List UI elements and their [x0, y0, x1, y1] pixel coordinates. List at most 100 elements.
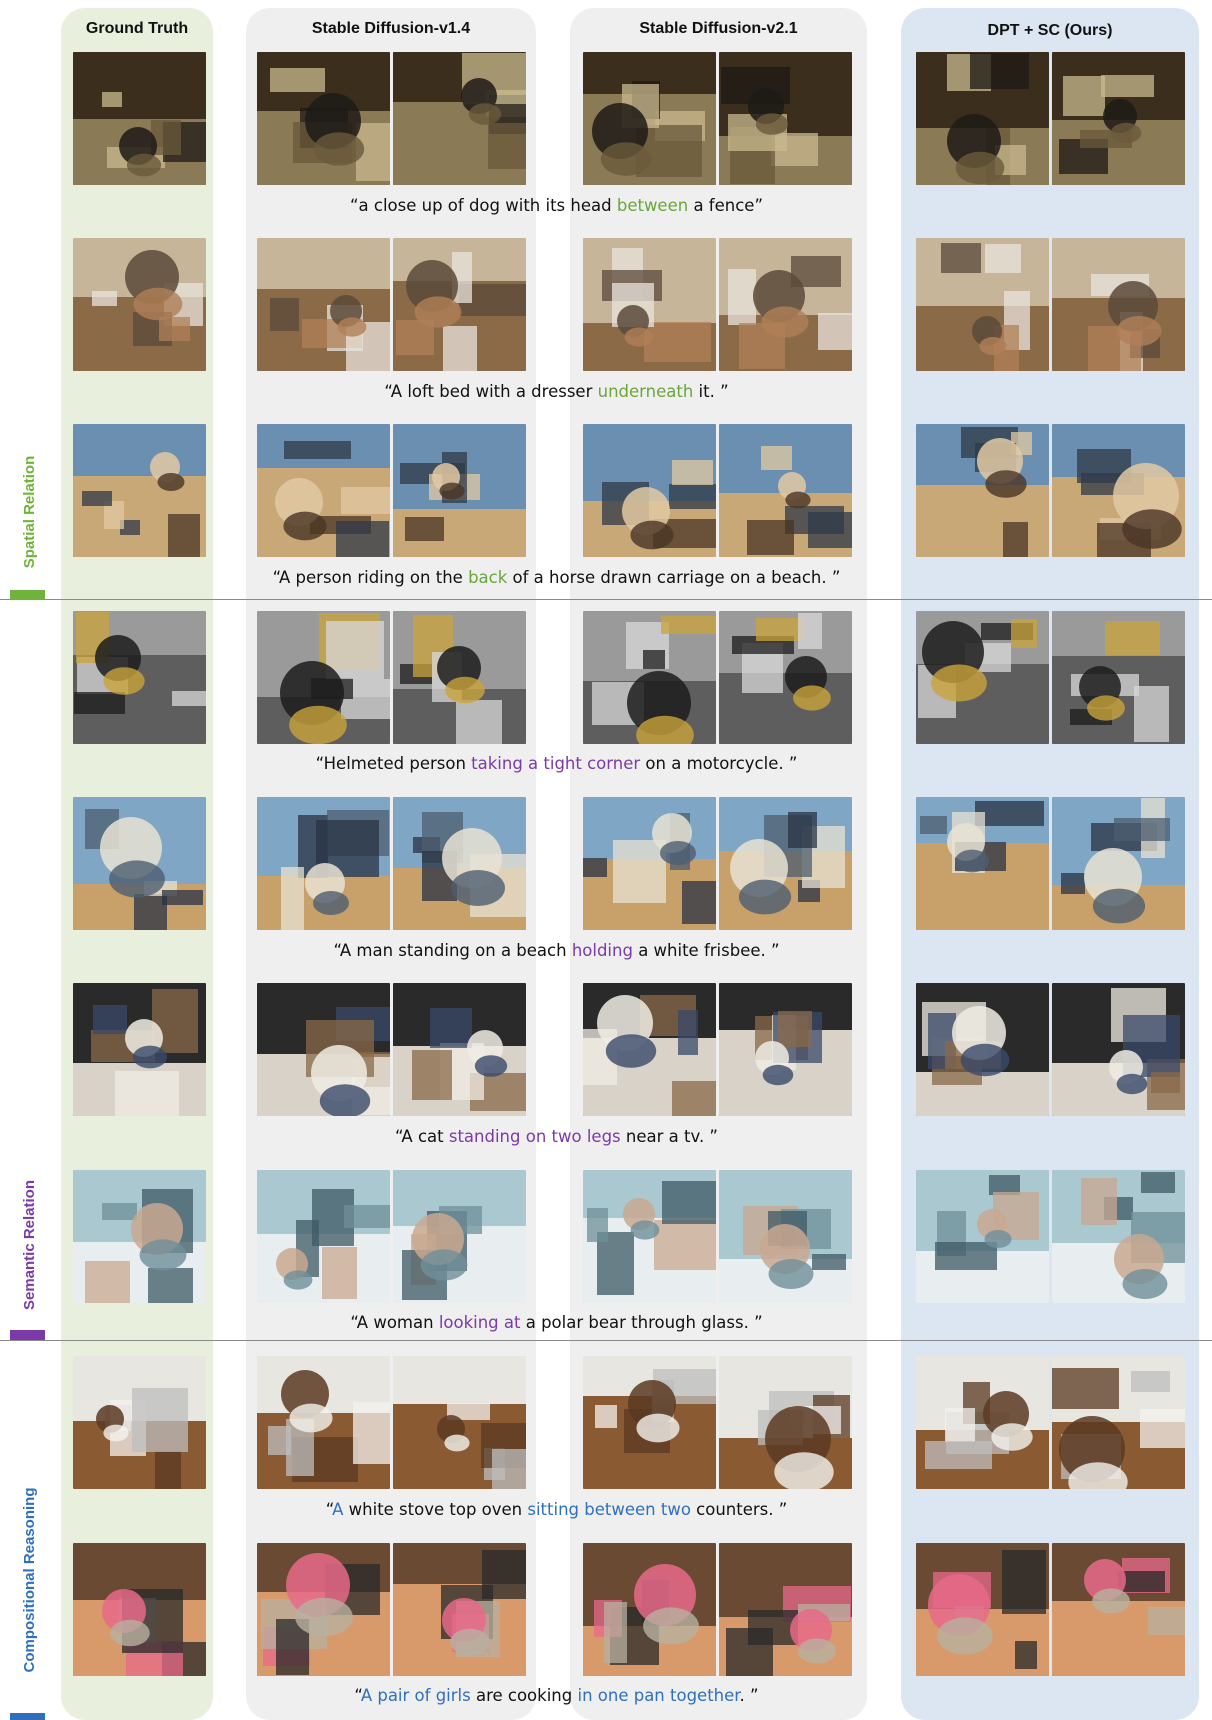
sd21-image-2: [719, 52, 852, 185]
caption-highlight: standing on two legs: [448, 1127, 621, 1146]
caption-text: near a tv. ”: [620, 1127, 718, 1146]
sd14-image-1: [257, 1170, 390, 1303]
ground-truth-image: [73, 424, 206, 557]
prompt-caption: “a close up of dog with its head between…: [246, 196, 867, 215]
ground-truth-image: [73, 238, 206, 371]
ground-truth-image: [73, 611, 206, 744]
section-divider: [0, 599, 1212, 600]
caption-text: “A person riding on the: [272, 568, 469, 587]
sd21-image-1: [583, 983, 716, 1116]
ours-image-1: [916, 797, 1049, 930]
caption-highlight: taking a tight corner: [471, 754, 641, 773]
ours-image-1: [916, 238, 1049, 371]
prompt-caption: “A cat standing on two legs near a tv. ”: [246, 1127, 867, 1146]
sd14-image-1: [257, 52, 390, 185]
section-divider: [0, 1340, 1212, 1341]
caption-text: a white frisbee. ”: [632, 941, 780, 960]
category-label-compositional: Compositional Reasoning: [21, 1487, 38, 1673]
ground-truth-image: [73, 1356, 206, 1489]
ground-truth-header: Ground Truth: [85, 20, 189, 37]
caption-text: “a close up of dog with its head: [349, 196, 617, 215]
ours-image-2: [1052, 238, 1185, 371]
ours-image-1: [916, 52, 1049, 185]
prompt-caption: “Helmeted person taking a tight corner o…: [246, 754, 867, 773]
caption-highlight: back: [468, 568, 508, 587]
sd14-image-1: [257, 797, 390, 930]
ours-image-2: [1052, 1170, 1185, 1303]
ours-image-1: [916, 1356, 1049, 1489]
sd21-image-1: [583, 611, 716, 744]
sd21-image-1: [583, 52, 716, 185]
caption-highlight: underneath: [597, 382, 694, 401]
category-bar-spatial: [10, 590, 45, 600]
sd14-header: Stable Diffusion-v1.4: [311, 20, 471, 37]
prompt-caption: “A man standing on a beach holding a whi…: [246, 941, 867, 960]
caption-text: white stove top oven: [343, 1500, 528, 1519]
sd14-image-2: [393, 983, 526, 1116]
caption-text: “A woman: [350, 1313, 439, 1332]
sd21-image-2: [719, 424, 852, 557]
ours-image-2: [1052, 1543, 1185, 1676]
caption-text: “Helmeted person: [315, 754, 472, 773]
sd21-image-2: [719, 1356, 852, 1489]
prompt-caption: “A woman looking at a polar bear through…: [246, 1313, 867, 1332]
ours-image-2: [1052, 52, 1185, 185]
sd21-image-2: [719, 1170, 852, 1303]
sd14-image-2: [393, 1543, 526, 1676]
category-label-semantic: Semantic Relation: [21, 1179, 38, 1311]
ours-image-2: [1052, 611, 1185, 744]
sd21-image-1: [583, 424, 716, 557]
sd21-image-1: [583, 797, 716, 930]
caption-text: are cooking: [470, 1686, 578, 1705]
sd14-image-1: [257, 611, 390, 744]
sd14-image-2: [393, 52, 526, 185]
caption-highlight: in one pan together: [577, 1686, 740, 1705]
caption-highlight: sitting between two: [527, 1500, 691, 1519]
sd14-image-2: [393, 238, 526, 371]
ground-truth-image: [73, 983, 206, 1116]
sd21-image-2: [719, 983, 852, 1116]
sd21-image-2: [719, 238, 852, 371]
sd21-image-1: [583, 1543, 716, 1676]
caption-text: “A cat: [395, 1127, 449, 1146]
caption-highlight: A pair of girls: [360, 1686, 471, 1705]
ours-image-2: [1052, 424, 1185, 557]
sd14-image-2: [393, 424, 526, 557]
sd14-image-2: [393, 611, 526, 744]
caption-text: of a horse drawn carriage on a beach. ”: [507, 568, 841, 587]
sd21-image-2: [719, 797, 852, 930]
sd21-image-2: [719, 1543, 852, 1676]
caption-text: counters. ”: [690, 1500, 788, 1519]
category-bar-semantic: [10, 1330, 45, 1340]
caption-text: on a motorcycle. ”: [640, 754, 798, 773]
ours-header: DPT + SC (Ours): [987, 22, 1113, 39]
prompt-caption: “A loft bed with a dresser underneath it…: [246, 382, 867, 401]
sd14-image-1: [257, 1356, 390, 1489]
caption-text: a polar bear through glass. ”: [520, 1313, 763, 1332]
ours-image-1: [916, 424, 1049, 557]
caption-text: it. ”: [693, 382, 729, 401]
prompt-caption: “A pair of girls are cooking in one pan …: [246, 1686, 867, 1705]
sd14-image-1: [257, 424, 390, 557]
sd21-header: Stable Diffusion-v2.1: [639, 20, 798, 37]
sd14-image-1: [257, 238, 390, 371]
sd14-image-1: [257, 983, 390, 1116]
ours-image-1: [916, 1170, 1049, 1303]
caption-highlight: A: [332, 1500, 344, 1519]
sd21-image-1: [583, 1356, 716, 1489]
caption-text: “A loft bed with a dresser: [384, 382, 598, 401]
caption-text: “A man standing on a beach: [333, 941, 572, 960]
ground-truth-image: [73, 1543, 206, 1676]
sd14-image-2: [393, 797, 526, 930]
sd21-image-2: [719, 611, 852, 744]
sd21-image-1: [583, 1170, 716, 1303]
ground-truth-image: [73, 797, 206, 930]
ours-image-1: [916, 611, 1049, 744]
sd14-image-1: [257, 1543, 390, 1676]
ours-image-1: [916, 1543, 1049, 1676]
sd14-image-2: [393, 1356, 526, 1489]
caption-highlight: holding: [571, 941, 633, 960]
ours-image-1: [916, 983, 1049, 1116]
caption-highlight: between: [616, 196, 689, 215]
ours-image-2: [1052, 983, 1185, 1116]
